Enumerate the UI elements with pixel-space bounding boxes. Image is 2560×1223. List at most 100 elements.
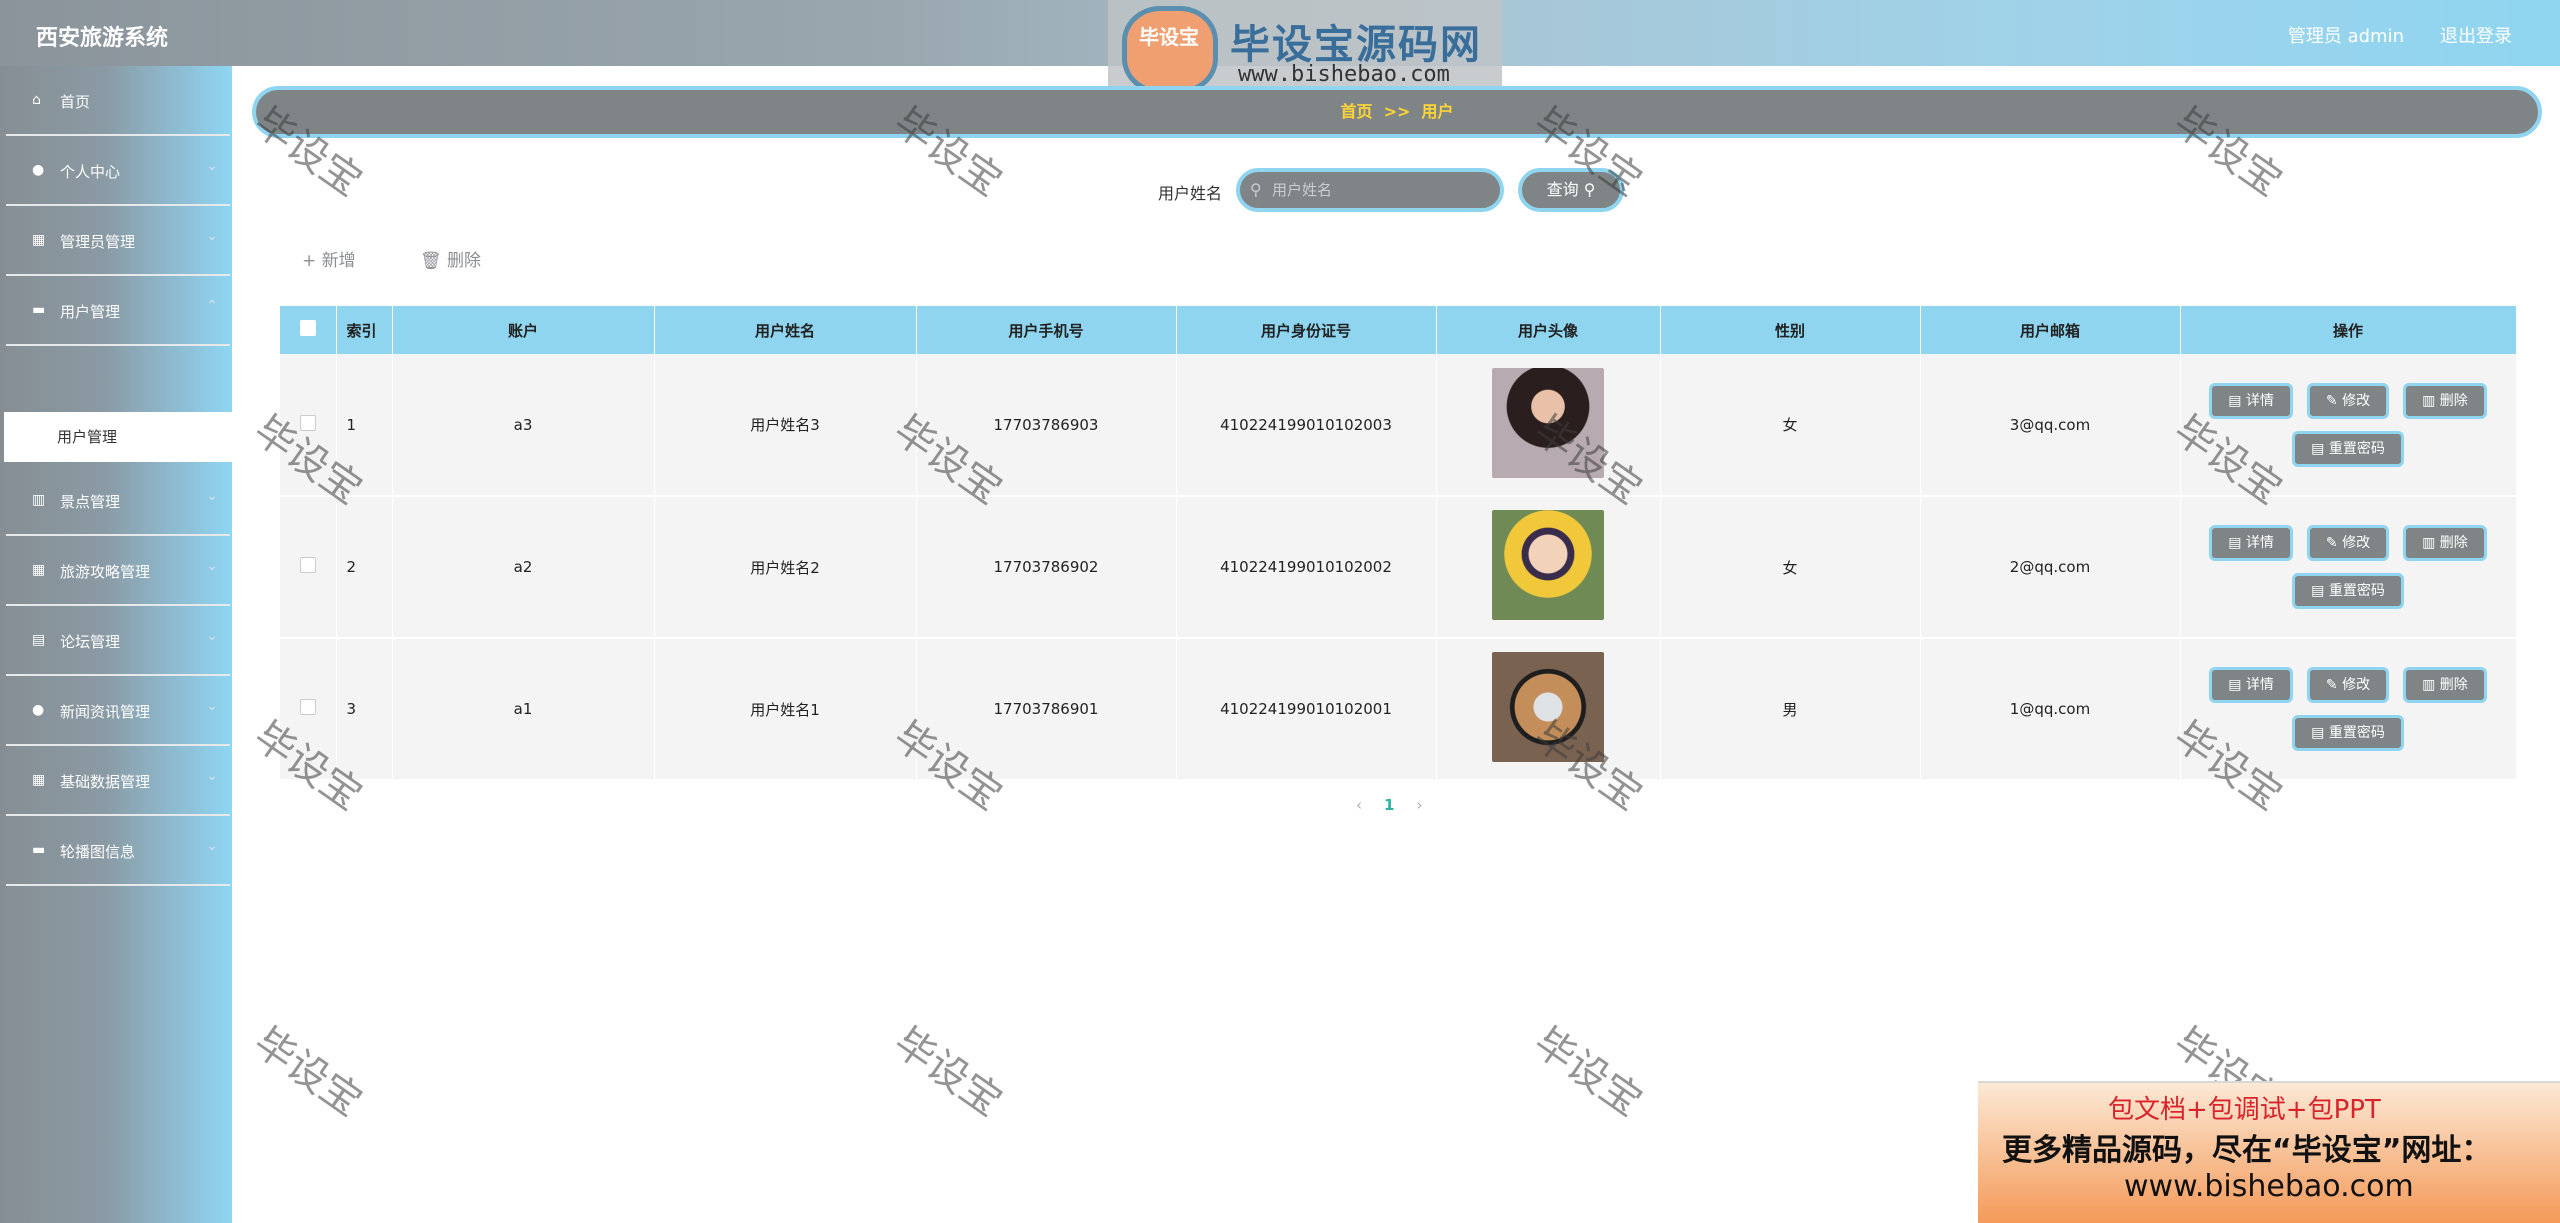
sidebar-item-user-manage[interactable]: ▬ 用户管理 ⌃ [6,276,230,346]
avatar [1492,510,1604,620]
sidebar-item-base-data[interactable]: ▦ 基础数据管理 ⌄ [6,746,230,816]
breadcrumb: 首页 >> 用户 [252,86,2542,138]
user-table: 索引 账户 用户姓名 用户手机号 用户身份证号 用户头像 性别 用户邮箱 操作 … [280,306,2517,781]
cell-name: 用户姓名3 [654,354,917,497]
prev-page-button[interactable]: ‹ [1356,796,1362,814]
detail-label: 详情 [2245,392,2274,409]
sidebar-item-profile[interactable]: ● 个人中心 ⌄ [6,136,230,206]
header-user-area: 管理员 admin 退出登录 [2288,22,2512,48]
add-button[interactable]: + 新增 [302,246,356,271]
cell-phone: 17703786903 [916,354,1177,497]
cell-email: 1@qq.com [1920,638,2181,781]
sidebar-item-carousel[interactable]: ▬ 轮播图信息 ⌄ [6,816,230,886]
reset-password-button[interactable]: ▤ 重置密码 [2292,430,2404,467]
search-button[interactable]: 查询 ⚲ [1518,168,1624,212]
edit-button[interactable]: ✎ 修改 [2306,525,2390,561]
reset-password-button[interactable]: ▤ 重置密码 [2292,715,2404,751]
delete-button[interactable]: ▥ 删除 [2403,382,2487,419]
doc-icon: ▤ [32,632,46,648]
column-header: 用户邮箱 [1920,306,2181,354]
banner-line-1: 包文档+包调试+包PPT [2108,1095,2381,1125]
cell-phone: 17703786902 [916,496,1177,639]
sidebar-item-label: 景点管理 [60,493,121,511]
chevron-down-icon: ⌄ [206,488,218,504]
cell-name: 用户姓名1 [654,638,917,781]
search-icon: ⚲ [1250,180,1262,199]
reset-password-button[interactable]: ▤ 重置密码 [2292,573,2404,609]
sidebar: ⌂ 首页 ● 个人中心 ⌄ ▦ 管理员管理 ⌄ ▬ 用户管理 ⌃ 用户管理 ▥ … [0,66,232,1223]
batch-delete-button[interactable]: 🗑 删除 [420,246,481,271]
watermark: 毕设宝 [885,1019,1011,1126]
edit-label: 修改 [2342,535,2371,551]
admin-user-label[interactable]: 管理员 admin [2288,22,2404,48]
breadcrumb-home[interactable]: 首页 [1340,102,1372,121]
doc-icon: ▤ [2228,535,2242,551]
search-input[interactable] [1272,178,1492,202]
detail-button[interactable]: ▤ 详情 [2209,382,2293,419]
column-header: 索引 [336,306,393,354]
cell-phone: 17703786901 [916,638,1177,781]
column-header: 用户身份证号 [1176,306,1437,354]
sidebar-item-scenic-manage[interactable]: ▥ 景点管理 ⌄ [6,466,230,536]
cell-avatar [1436,496,1661,639]
chevron-up-icon: ⌃ [206,298,218,314]
sidebar-item-label: 首页 [60,93,91,111]
select-all-cell[interactable] [280,306,337,354]
carousel-icon: ▬ [32,842,46,858]
cell-gender: 女 [1660,354,1921,497]
doc-icon: ▤ [2228,677,2242,693]
sidebar-item-label: 个人中心 [60,163,121,181]
sidebar-item-travel-guide[interactable]: ▦ 旅游攻略管理 ⌄ [6,536,230,606]
user-icon: ● [32,162,45,178]
next-page-button[interactable]: › [1416,796,1422,814]
row-select-cell[interactable] [280,354,337,497]
edit-icon: ✎ [2325,677,2338,693]
edit-label: 修改 [2342,677,2371,693]
row-select-cell[interactable] [280,496,337,639]
detail-button[interactable]: ▤ 详情 [2209,667,2293,703]
cell-avatar [1436,354,1661,497]
sidebar-item-home[interactable]: ⌂ 首页 [6,66,230,136]
home-icon: ⌂ [32,92,41,108]
logo-url: www.bishebao.com [1238,62,1450,87]
reset-password-label: 重置密码 [2328,725,2385,741]
edit-button[interactable]: ✎ 修改 [2306,667,2390,703]
logout-link[interactable]: 退出登录 [2440,22,2512,48]
detail-button[interactable]: ▤ 详情 [2209,525,2293,561]
sidebar-item-news[interactable]: ● 新闻资讯管理 ⌄ [6,676,230,746]
delete-label: 删除 [2439,535,2468,551]
app-title: 西安旅游系统 [36,26,169,51]
sidebar-item-forum[interactable]: ▤ 论坛管理 ⌄ [6,606,230,676]
avatar [1492,652,1604,762]
banner-line-2: 更多精品源码，尽在“毕设宝”网址： [2002,1133,2492,1168]
row-select-cell[interactable] [280,638,337,781]
column-header: 用户手机号 [916,306,1177,354]
cell-email: 3@qq.com [1920,354,2181,497]
sidebar-item-label: 基础数据管理 [60,773,151,791]
avatar [1492,367,1604,478]
sidebar-item-label: 轮播图信息 [60,843,136,861]
select-all-checkbox[interactable] [299,320,316,336]
trash-icon: ▥ [2422,677,2436,693]
delete-button[interactable]: ▥ 删除 [2403,525,2487,561]
page-number-current[interactable]: 1 [1384,796,1394,814]
watermark: 毕设宝 [245,1019,371,1126]
column-header: 操作 [2180,306,2517,354]
column-header: 用户姓名 [654,306,917,354]
row-checkbox[interactable] [299,699,316,715]
cell-index: 2 [336,496,393,639]
cell-gender: 男 [1660,638,1921,781]
row-checkbox[interactable] [299,557,316,573]
edit-label: 修改 [2342,392,2371,409]
submenu-item-user-manage[interactable]: 用户管理 [4,412,232,462]
sidebar-item-label: 论坛管理 [60,633,121,651]
delete-button[interactable]: ▥ 删除 [2403,667,2487,703]
cell-operations: ▤ 详情 ✎ 修改 ▥ 删除 ▤ 重置密码 [2180,354,2517,497]
row-checkbox[interactable] [299,414,316,431]
message-icon: ▬ [32,302,46,318]
batch-delete-label: 删除 [447,251,481,271]
table-row: 3 a1 用户姓名1 17703786901 41022419901010200… [280,638,2517,781]
chevron-down-icon: ⌄ [206,768,218,784]
edit-button[interactable]: ✎ 修改 [2306,382,2390,419]
sidebar-item-admin-manage[interactable]: ▦ 管理员管理 ⌄ [6,206,230,276]
